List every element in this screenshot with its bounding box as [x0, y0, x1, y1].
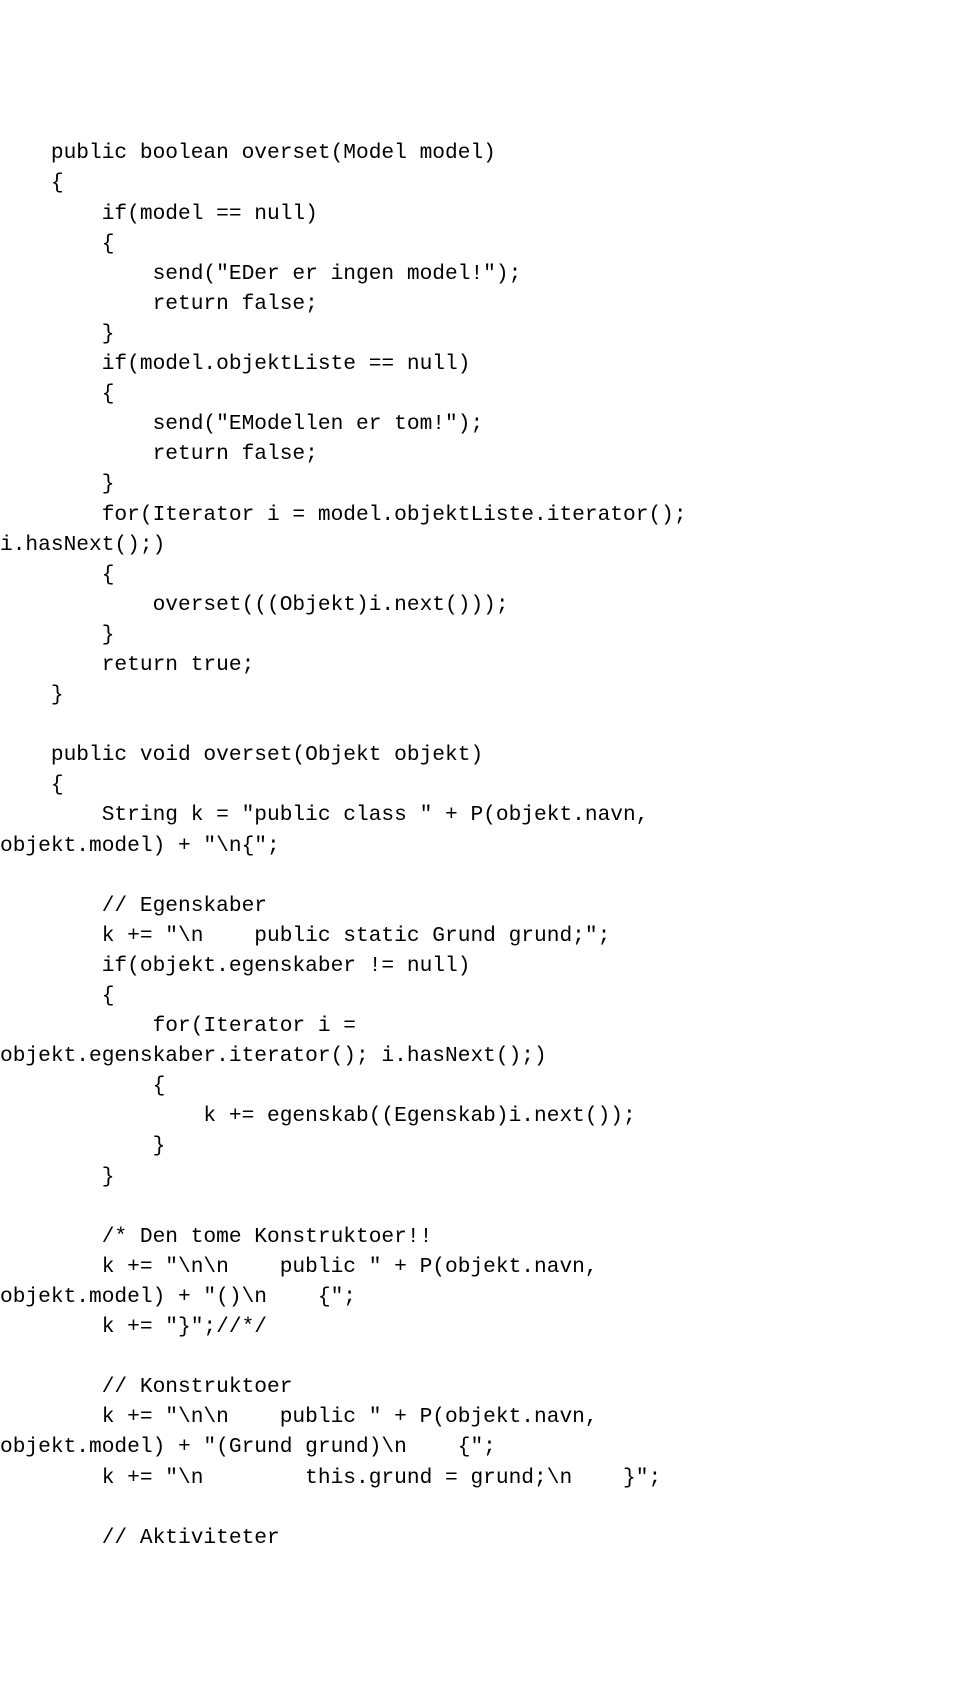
source-code-block: public boolean overset(Model model) { if… [0, 138, 960, 1552]
